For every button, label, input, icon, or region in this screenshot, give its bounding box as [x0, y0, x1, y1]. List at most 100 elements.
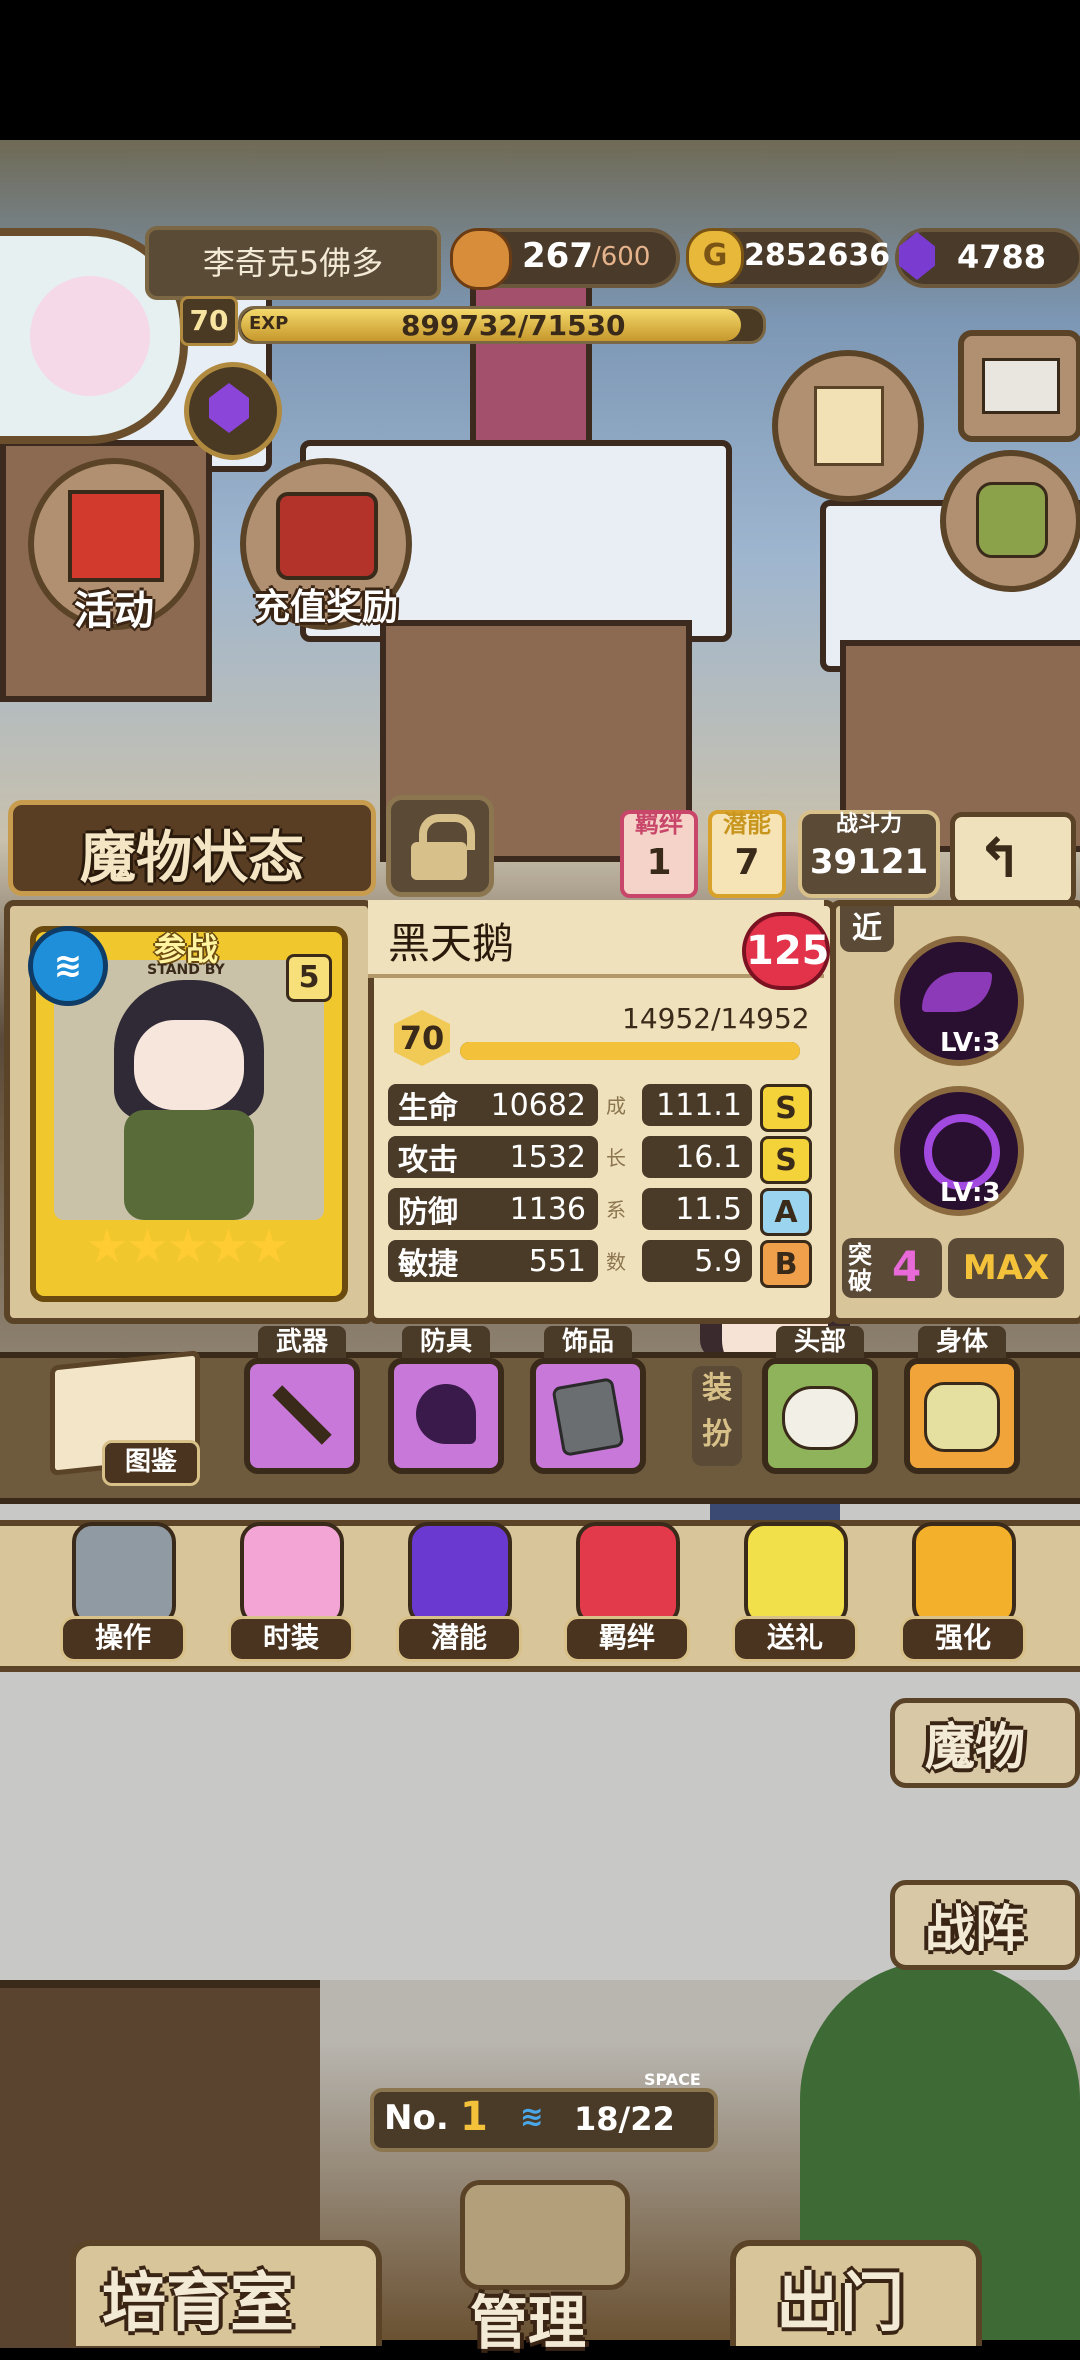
gold-pill[interactable]: G 2852636 [686, 228, 890, 288]
monster-name: 黑天鹅 [388, 919, 515, 968]
potential-badge: 潜能 7 [708, 810, 786, 898]
gold-coin-icon: G [686, 228, 744, 286]
stat-row: 生命 10682 成 111.1 S [388, 1084, 812, 1132]
menu-label: 羁绊 [564, 1616, 690, 1662]
combat-power-label: 战斗力 [835, 812, 902, 837]
keys-icon [460, 2180, 630, 2290]
menu-label: 操作 [60, 1616, 186, 1662]
weapon-slot[interactable] [244, 1358, 360, 1474]
breakthrough-badge: 突破 4 [842, 1238, 942, 1298]
recharge-reward-button[interactable]: 充值奖励 [240, 458, 412, 630]
envelope-icon [982, 358, 1060, 414]
go-out-button[interactable]: 出门 [730, 2240, 982, 2346]
monster-exp-bar [460, 1042, 800, 1060]
stat-growth-value: 111.1 [656, 1087, 742, 1123]
combat-power-value: 39121 [809, 842, 929, 882]
capacity-icon: ≋ [520, 2100, 544, 2133]
menu-button-4[interactable]: 送礼 [732, 1512, 858, 1662]
stat-row: 攻击 1532 长 16.1 S [388, 1136, 812, 1184]
nursery-button[interactable]: 培育室 [70, 2240, 382, 2346]
menu-button-3[interactable]: 羁绊 [564, 1512, 690, 1662]
back-button[interactable]: ↰ [950, 812, 1076, 906]
head-slot[interactable] [762, 1358, 878, 1474]
stamina-current: 267 [522, 236, 593, 276]
codex-button[interactable]: 图鉴 [40, 1350, 200, 1486]
accessory-group: 饰品 [530, 1326, 646, 1474]
weapon-label: 武器 [258, 1326, 346, 1358]
portrait-body [124, 1110, 254, 1220]
gear-icon [72, 1522, 176, 1626]
skill-2[interactable]: LV:3 [894, 1086, 1024, 1216]
mail-button[interactable] [958, 330, 1080, 442]
weapon-group: 武器 [244, 1326, 360, 1474]
head-label: 头部 [776, 1326, 864, 1358]
monster-list-button[interactable]: 魔物 [890, 1698, 1080, 1788]
menu-label: 时装 [228, 1616, 354, 1662]
formation-label: 战阵 [925, 1900, 1025, 1958]
armor-label: 防具 [402, 1326, 490, 1358]
monster-card[interactable]: ≋ 参战 STAND BY 5 [28, 926, 348, 1302]
bond-label: 羁绊 [635, 810, 683, 838]
gem-pill[interactable]: 4788 [895, 228, 1080, 288]
star-icon [210, 1228, 247, 1263]
activity-button[interactable]: 活动 [28, 458, 200, 634]
menu-button-0[interactable]: 操作 [60, 1512, 186, 1662]
space-label: SPACE [644, 2070, 701, 2089]
monster-level: 70 [394, 1010, 450, 1066]
room-space: 18/22 [574, 2100, 675, 2138]
stat-value: 1532 [509, 1139, 586, 1175]
menu-label: 潜能 [396, 1616, 522, 1662]
stat-grade: B [760, 1240, 812, 1288]
backpack-icon [976, 482, 1048, 558]
stat-grade: A [760, 1188, 812, 1236]
menu-button-2[interactable]: 潜能 [396, 1512, 522, 1662]
monster-status-title: 魔物状态 [80, 826, 304, 891]
max-badge: MAX [948, 1238, 1064, 1298]
stat-name-value: 攻击 1532 [388, 1136, 598, 1178]
bond-value: 1 [646, 842, 672, 883]
star-icon [129, 1228, 166, 1263]
codex-label: 图鉴 [102, 1440, 200, 1486]
monster-status-banner: 魔物状态 [8, 800, 376, 896]
tablet-icon [551, 1377, 625, 1457]
skill-2-level: LV:3 [940, 1178, 1001, 1208]
star-icon [250, 1228, 288, 1263]
dressup-text: 装扮 [702, 1371, 732, 1452]
gem-amount: 4788 [957, 238, 1047, 276]
armor-slot[interactable] [388, 1358, 504, 1474]
body-slot[interactable] [904, 1358, 1020, 1474]
nursery-label: 培育室 [102, 2267, 294, 2341]
lock-button[interactable] [386, 795, 494, 897]
stat-name: 生命 [398, 1091, 458, 1126]
quest-scroll-button[interactable] [772, 350, 924, 502]
add-gems-button[interactable] [184, 362, 282, 460]
armor-group: 防具 [388, 1326, 504, 1474]
menu-button-5[interactable]: 强化 [900, 1512, 1026, 1662]
monster-exp-fill [460, 1042, 800, 1060]
formation-button[interactable]: 战阵 [890, 1880, 1080, 1970]
bread-icon [450, 228, 512, 290]
recharge-reward-label: 充值奖励 [253, 587, 398, 628]
manage-button[interactable]: 管理 [430, 2180, 650, 2357]
stat-value: 1136 [509, 1191, 586, 1227]
bag-button[interactable] [940, 450, 1080, 592]
player-name[interactable]: 李奇克5佛多 [145, 226, 441, 300]
skill-1[interactable]: LV:3 [894, 936, 1024, 1066]
stat-name: 攻击 [398, 1143, 458, 1178]
player-exp-text: 899732/71530 [401, 309, 626, 342]
back-arrow-icon: ↰ [977, 827, 1023, 890]
menu-button-1[interactable]: 时装 [228, 1512, 354, 1662]
potential-value: 7 [734, 842, 760, 883]
demon-icon [408, 1522, 512, 1626]
standby-sub: STAND BY [147, 962, 225, 978]
star-icon [88, 1228, 126, 1263]
monster-list-label: 魔物 [925, 1718, 1025, 1776]
stat-value: 10682 [490, 1087, 586, 1123]
exp-label: EXP [249, 313, 289, 334]
stamina-pill[interactable]: 267 /600 [450, 228, 680, 290]
rank-badge: 5 [286, 954, 332, 1002]
action-menu: 操作 时装 潜能 羁绊 送礼 强化 [60, 1512, 1026, 1682]
growth-char: 成 [606, 1094, 626, 1118]
room-number: 1 [460, 2094, 488, 2140]
accessory-slot[interactable] [530, 1358, 646, 1474]
